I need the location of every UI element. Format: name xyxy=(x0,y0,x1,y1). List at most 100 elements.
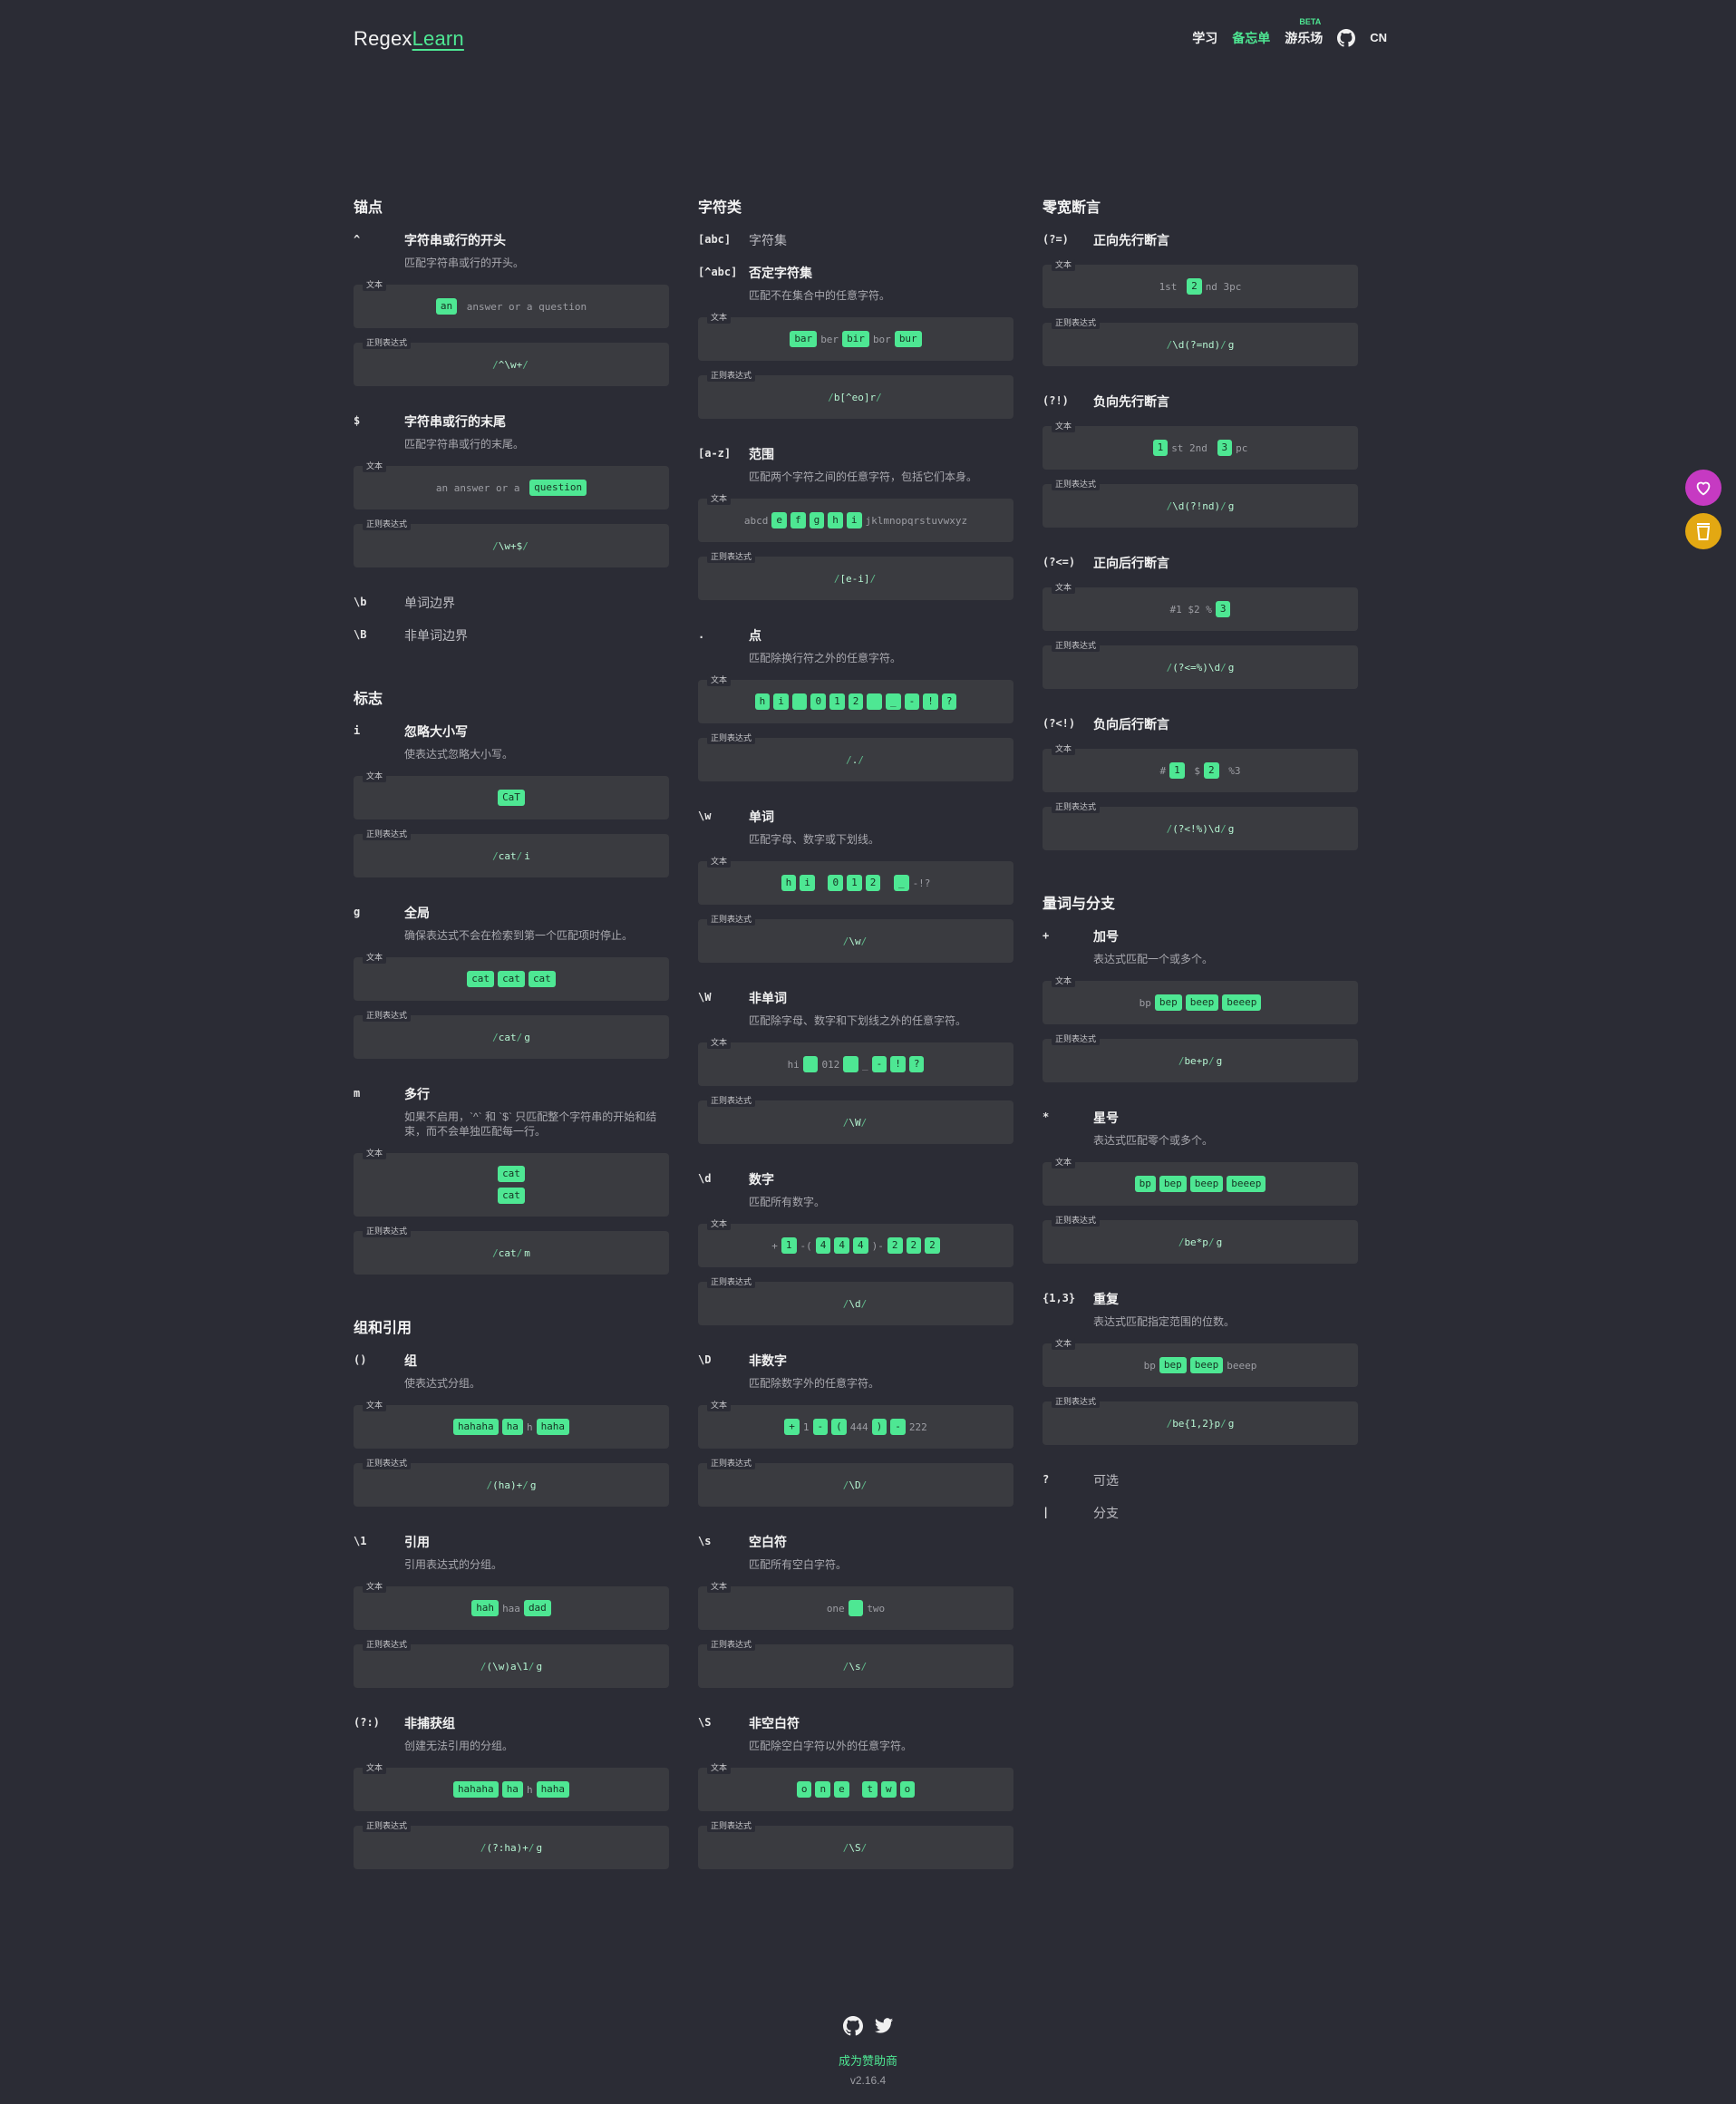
entry-key: | xyxy=(1043,1506,1050,1518)
box-label: 正则表达式 xyxy=(1052,1033,1101,1045)
match-highlight: cat xyxy=(528,971,556,987)
text-box: 文本one two xyxy=(698,1581,1013,1630)
regex-expression: /\d/ xyxy=(842,1297,868,1310)
box-label: 正则表达式 xyxy=(707,914,756,926)
regex-box: 正则表达式 /(ha)+/g xyxy=(354,1458,669,1507)
sample-text: bp bep beep beeep xyxy=(1134,1176,1266,1192)
sample-text: an answer or a question xyxy=(436,480,587,496)
box-label: 正则表达式 xyxy=(363,829,412,840)
match-highlight: dad xyxy=(523,1600,551,1616)
entry-key: i xyxy=(354,724,361,737)
text-box: 文本 cat cat cat xyxy=(354,952,669,1001)
buy-coffee-button[interactable] xyxy=(1685,513,1721,549)
sample-text: hahaha ha h haha xyxy=(452,1419,570,1435)
github-icon[interactable] xyxy=(842,2016,863,2041)
match-highlight: ha xyxy=(501,1419,523,1435)
entry-title: 字符集 xyxy=(749,233,787,247)
sample-text: hi 012 _ -!? xyxy=(788,1056,925,1072)
match-highlight: ? xyxy=(941,693,957,710)
box-label: 正则表达式 xyxy=(363,1458,412,1469)
match-highlight: haha xyxy=(536,1781,570,1798)
regex-expression: /\w/ xyxy=(842,935,868,947)
box-label: 文本 xyxy=(707,674,732,686)
entry-key: \b xyxy=(354,596,367,608)
match-highlight: 0 xyxy=(810,693,827,710)
match-highlight: o xyxy=(899,1781,916,1798)
entry-key: . xyxy=(698,628,705,641)
match-highlight: ha xyxy=(501,1781,523,1798)
twitter-icon[interactable] xyxy=(874,2016,894,2041)
match-highlight: - xyxy=(904,693,920,710)
text-box: 文本 an answer or a question xyxy=(354,461,669,509)
match-highlight xyxy=(791,693,808,710)
entry-title: 数字 xyxy=(749,1172,774,1187)
column-2: 字符类 [abc] 字符集 [^abc] 否定字符集 匹配不在集合中的任意字符。 文… xyxy=(698,190,1013,1893)
box-label: 文本 xyxy=(1052,975,1076,987)
regex-box: 正则表达式 /(\w)a\1/g xyxy=(354,1639,669,1688)
match-highlight xyxy=(848,1600,864,1616)
sample-segment: nd 3pc xyxy=(1205,280,1242,293)
match-highlight xyxy=(867,693,882,710)
box-label: 正则表达式 xyxy=(707,1458,756,1469)
match-highlight: cat xyxy=(498,1166,525,1182)
sample-segment xyxy=(819,877,825,889)
regex-box: 正则表达式/be{1,2}p/g xyxy=(1043,1396,1358,1445)
entry-star: * 星号 表达式匹配零个或多个。 文本 bp bep beep beeep 正则表达式/b… xyxy=(1043,1106,1358,1264)
sample-text: hah haa dad xyxy=(471,1600,551,1616)
sample-segment: 444 xyxy=(849,1420,868,1433)
logo[interactable]: RegexLearn xyxy=(354,27,464,51)
language-switch[interactable]: CN xyxy=(1370,25,1387,51)
sample-segment: 1st xyxy=(1159,280,1184,293)
box-label: 文本 xyxy=(363,461,387,472)
entry-title: 全局 xyxy=(404,906,430,920)
match-highlight: 1 xyxy=(1152,440,1169,456)
entry-title: 正向后行断言 xyxy=(1093,556,1169,570)
match-highlight: _ xyxy=(885,693,901,710)
match-highlight: 2 xyxy=(865,875,881,891)
entry-positive-lookahead: (?=) 正向先行断言 文本 1st 2nd 3pc 正则表达式 /\d(?=nd)/… xyxy=(1043,228,1358,366)
regex-box: 正则表达式 /\W/ xyxy=(698,1095,1013,1144)
sample-text: cat cat cat xyxy=(467,971,556,987)
nav-playground[interactable]: 游乐场 BETA xyxy=(1285,17,1323,51)
entry-key: (?=) xyxy=(1043,233,1069,246)
text-box: 文本 cat cat xyxy=(354,1148,669,1217)
entry-desc: 确保表达式不会在检索到第一个匹配项时停止。 xyxy=(404,929,634,942)
match-highlight: ! xyxy=(923,693,938,710)
box-label: 正则表达式 xyxy=(1052,640,1101,652)
entry-key: (?<=) xyxy=(1043,556,1076,568)
entry-desc: 匹配所有数字。 xyxy=(749,1196,826,1208)
text-box: 文本one two xyxy=(698,1762,1013,1811)
sample-text: bp bep beep beeep xyxy=(1144,1357,1256,1373)
entry-alternation: | 分支 xyxy=(1043,1501,1358,1523)
regex-expression: /cat/i xyxy=(492,849,530,862)
section-title-lookaround: 零宽断言 xyxy=(1043,200,1101,216)
entry-key: [^abc] xyxy=(698,266,738,278)
sample-segment: $ xyxy=(1188,764,1200,777)
regex-box: 正则表达式/be*p/g xyxy=(1043,1215,1358,1264)
match-highlight: n xyxy=(815,1781,831,1798)
entry-key: \s xyxy=(698,1535,712,1547)
entry-key: (?:) xyxy=(354,1716,380,1729)
entry-desc: 匹配不在集合中的任意字符。 xyxy=(749,289,891,302)
sample-text: one two xyxy=(827,1600,885,1616)
nav-learn[interactable]: 学习 xyxy=(1192,25,1217,51)
regex-expression: /cat/m xyxy=(492,1246,530,1259)
sample-text: one two xyxy=(796,1781,916,1798)
github-icon[interactable] xyxy=(1337,29,1356,47)
text-box: 文本 bar ber bir bor bur xyxy=(698,312,1013,361)
entry-key: (?<!) xyxy=(1043,717,1076,730)
entry-desc: 如果不启用，`^` 和 `$` 只匹配整个字符串的开始和结束，而不会单独匹配每一… xyxy=(404,1110,657,1138)
become-sponsor-link[interactable]: 成为赞助商 xyxy=(0,2051,1736,2069)
entry-digit: \d 数字 匹配所有数字。 文本 +1 -(4 4 4)- 2 2 2 正则表达式/\d/ xyxy=(698,1168,1013,1325)
nav-cheatsheet[interactable]: 备忘单 xyxy=(1232,25,1270,51)
sponsor-heart-button[interactable] xyxy=(1685,470,1721,506)
entry-key: [abc] xyxy=(698,233,732,246)
sample-segment: bp xyxy=(1139,996,1151,1009)
entry-desc: 引用表达式的分组。 xyxy=(404,1558,503,1571)
regex-expression: /cat/g xyxy=(492,1031,530,1043)
sample-segment: one xyxy=(826,1602,845,1614)
regex-box: 正则表达式/b[^eo]r/ xyxy=(698,370,1013,419)
match-highlight: 0 xyxy=(828,875,844,891)
regex-expression: /(?<=%)\d/g xyxy=(1166,661,1235,674)
box-label: 正则表达式 xyxy=(707,1639,756,1651)
